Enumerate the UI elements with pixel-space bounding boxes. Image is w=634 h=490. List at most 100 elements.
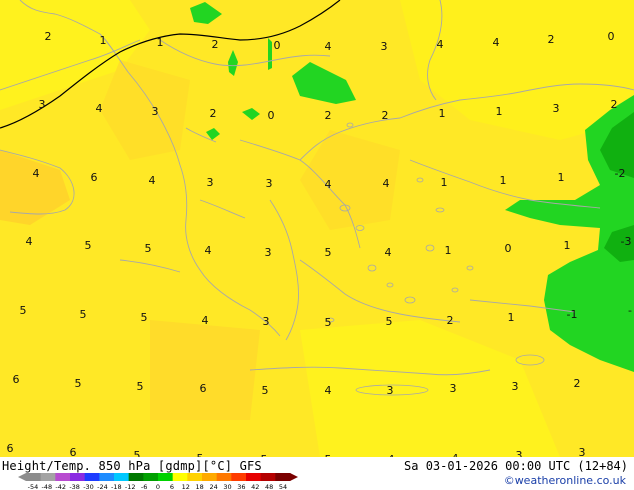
colorbar-tick-label: 48 [265,483,273,490]
temperature-label: 1 [441,176,448,189]
colorbar-swatch [187,473,203,481]
temperature-label: 5 [262,384,269,397]
cold-patch-3 [268,38,272,70]
colorbar-swatch [70,473,86,481]
temperature-label: 4 [96,102,103,115]
colorbar-tick-label: -54 [28,483,39,490]
colorbar-tick-label: -30 [83,483,94,490]
temperature-label: 3 [266,177,273,190]
temperature-label: 3 [381,40,388,53]
colorbar-arrow-left [18,473,26,481]
colorbar-tick-label: 36 [237,483,245,490]
colorbar-tick-label: -38 [69,483,80,490]
map-svg: 2 1 1 2 0 4 3 4 4 2 03 4 3 2 0 2 2 1 1 3 24 6 4 3 3 4 4 1 1 1 -24 5 5 4 3 5… [0,0,634,457]
temperature-label: 1 [157,36,164,49]
colorbar-swatch [246,473,262,481]
colorbar-swatch [143,473,159,481]
temperature-label: 4 [437,38,444,51]
weather-map: 2 1 1 2 0 4 3 4 4 2 0 3 4 3 2 0 2 2 1 1 3 2 4 6 4 3 3 4 4 1 1 1 -2 4 5 5 4 3 5… [0,0,634,457]
temperature-label: 4 [325,178,332,191]
temperature-label: 1 [558,171,565,184]
colorbar-tick-label: 0 [156,483,160,490]
temperature-label: 5 [80,308,87,321]
orange-zone-ionian [150,320,260,420]
temperature-label: 5 [325,246,332,259]
forecast-date: Sa 03-01-2026 00:00 UTC (12+84) [404,459,628,473]
temperature-label: 3 [265,246,272,259]
colorbar: -54 -48 -42 -38 -30 -24 -18 -12 -6 0 6 12 18 24 30 36 42… [18,473,298,490]
temperature-label: 2 [611,98,618,111]
temperature-label: 4 [325,384,332,397]
colorbar-tick-label: 30 [223,483,231,490]
colorbar-swatch [128,473,144,481]
temperature-label: 2 [212,38,219,51]
temperature-label: 0 [608,30,615,43]
temperature-label: 5 [134,449,141,457]
colorbar-swatch [231,473,247,481]
temperature-label: -2 [615,167,626,180]
temperature-label: 2 [45,30,52,43]
temperature-label: 3 [553,102,560,115]
colorbar-swatch [84,473,100,481]
temperature-label: 0 [274,39,281,52]
temperature-label: 3 [207,176,214,189]
temperature-label: 6 [7,442,14,455]
temperature-label: 3 [387,384,394,397]
colorbar-swatch [99,473,115,481]
temperature-label: 2 [382,109,389,122]
temperature-label: 4 [385,246,392,259]
temperature-label: 3 [39,98,46,111]
temperature-label: - [628,304,632,317]
colorbar-tick-label: -12 [125,483,136,490]
temperature-label: 2 [210,107,217,120]
colorbar-tick-label: -48 [42,483,53,490]
colorbar-tick-label: 18 [196,483,204,490]
temperature-label: 4 [202,314,209,327]
temperature-label: 1 [508,311,515,324]
colorbar-tick-label: -42 [55,483,66,490]
temperature-label: 4 [149,174,156,187]
colorbar-swatch [40,473,56,481]
temperature-label: -1 [567,308,578,321]
temperature-label: 3 [152,105,159,118]
colorbar-swatch [275,473,291,481]
temperature-label: 4 [325,40,332,53]
colorbar-tick-label: 6 [170,483,174,490]
temperature-label: 3 [263,315,270,328]
temperature-label: 5 [325,316,332,329]
temperature-label: 5 [85,239,92,252]
colorbar-swatch [114,473,130,481]
temperature-label: 6 [91,171,98,184]
temperature-label: 4 [493,36,500,49]
temperature-label: 1 [500,174,507,187]
temperature-label: 1 [445,244,452,257]
temperature-label: 6 [13,373,20,386]
colorbar-swatch [202,473,218,481]
temperature-label: 3 [512,380,519,393]
colorbar-tick-label: 12 [182,483,190,490]
temperature-label: 4 [33,167,40,180]
temperature-label: 5 [75,377,82,390]
colorbar-tick-label: 54 [279,483,287,490]
temperature-label: 5 [20,304,27,317]
temperature-label: 2 [447,314,454,327]
temperature-label: 3 [579,446,586,457]
colorbar-tick-label: 24 [209,483,217,490]
map-title: Height/Temp. 850 hPa [gdmp][°C] GFS [2,459,262,473]
colorbar-swatch [55,473,71,481]
colorbar-swatch [26,473,42,481]
temperature-label: 2 [548,33,555,46]
temperature-label: -3 [621,235,632,248]
temperature-label: 3 [450,382,457,395]
temperature-label: 6 [70,446,77,457]
temperature-label: 3 [516,449,523,457]
temperature-label: 5 [137,380,144,393]
credit-link[interactable]: ©weatheronline.co.uk [504,474,626,487]
colorbar-tick-label: 42 [251,483,259,490]
temperature-label: 4 [26,235,33,248]
temperature-label: 1 [564,239,571,252]
colorbar-tick-label: -6 [141,483,147,490]
temperature-label: 5 [386,315,393,328]
colorbar-arrow-right [290,473,298,481]
temperature-label: 4 [205,244,212,257]
